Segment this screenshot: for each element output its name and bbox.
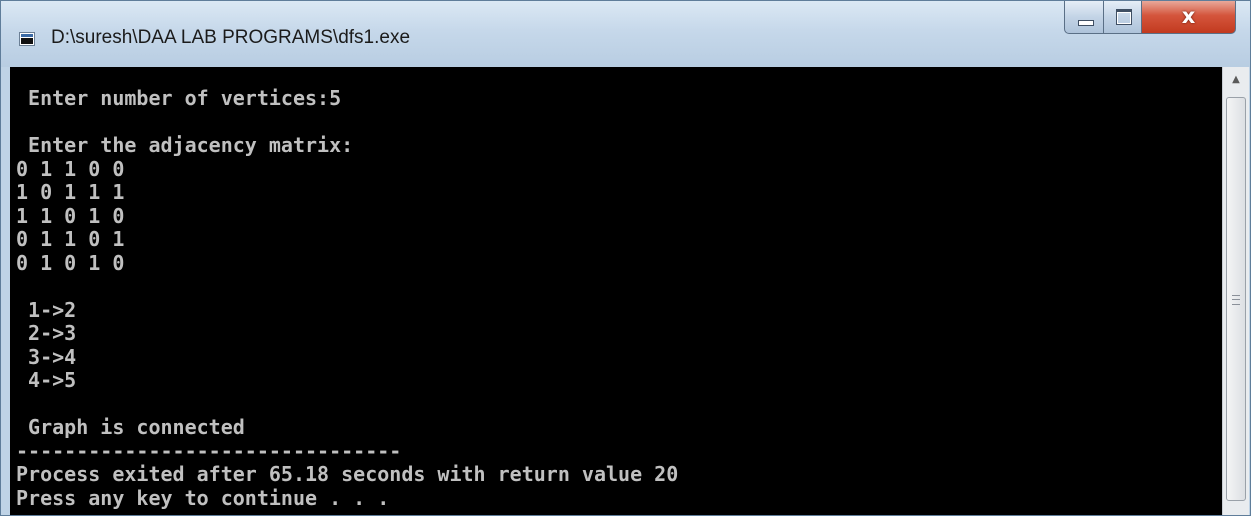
scroll-up-arrow-icon[interactable]: ▲ [1223, 67, 1249, 93]
console-window: D:\suresh\DAA LAB PROGRAMS\dfs1.exe x En… [0, 0, 1251, 516]
maximize-button[interactable] [1103, 1, 1142, 34]
scrollbar-thumb[interactable] [1226, 97, 1246, 501]
close-icon: x [1181, 4, 1196, 28]
console-output-area[interactable]: Enter number of vertices:5 Enter the adj… [10, 67, 1222, 515]
close-button[interactable]: x [1141, 1, 1236, 34]
minimize-icon [1078, 20, 1094, 26]
console-output-text: Enter number of vertices:5 Enter the adj… [16, 86, 679, 510]
vertical-scrollbar[interactable]: ▲ [1222, 67, 1249, 515]
thumb-grip-icon [1232, 295, 1240, 305]
minimize-button[interactable] [1064, 1, 1104, 34]
maximize-icon [1116, 9, 1132, 25]
window-title: D:\suresh\DAA LAB PROGRAMS\dfs1.exe [51, 27, 411, 48]
console-app-icon[interactable] [19, 32, 35, 46]
title-bar[interactable]: D:\suresh\DAA LAB PROGRAMS\dfs1.exe x [1, 1, 1250, 67]
